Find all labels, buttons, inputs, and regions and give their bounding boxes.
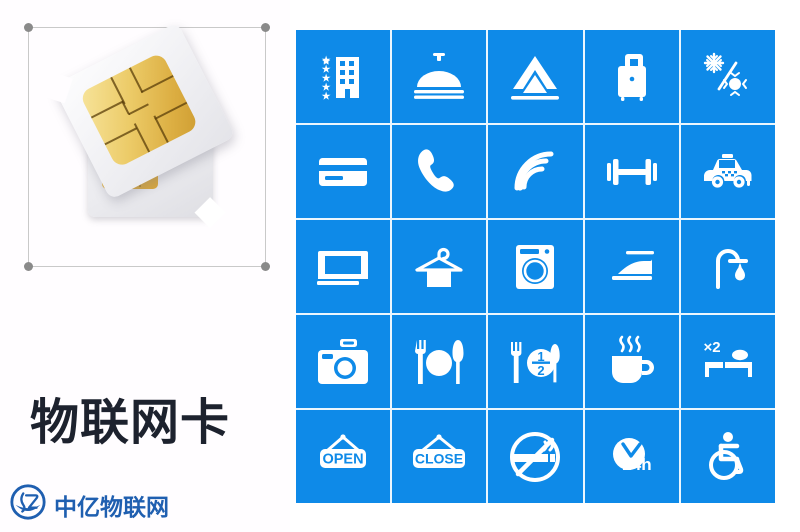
room-service-icon [411,49,467,105]
watermark: 中亿物联网 [9,483,169,526]
double-bed-icon: ×2 [700,334,756,390]
credit-card-icon [315,144,371,200]
tile-mountain[interactable] [488,30,583,123]
tile-hotel[interactable] [296,30,391,123]
circular-brand-emblem-icon [9,483,47,526]
product-image-panel: 物联网卡 中亿物联网 [0,0,290,532]
tile-air-conditioning[interactable] [680,30,775,123]
tile-no-smoking[interactable] [488,410,583,503]
telephone-icon [411,144,467,200]
svg-text:CLOSE: CLOSE [415,450,463,466]
tile-shower[interactable] [680,220,775,313]
washing-machine-icon [507,239,563,295]
tile-half-board[interactable]: 1 2 [488,315,583,408]
iron-icon [604,239,660,295]
tile-television[interactable] [296,220,391,313]
clothes-hanger-icon [411,239,467,295]
half-board-icon: 1 2 [507,334,563,390]
tile-camera[interactable] [296,315,391,408]
television-icon [315,239,371,295]
tile-coffee[interactable] [584,315,679,408]
page-title: 物联网卡 [30,396,231,450]
hot-coffee-cup-icon [604,334,660,390]
svg-text:2: 2 [538,363,545,378]
open-sign-icon: OPEN [312,429,374,485]
sim-chip-front [79,51,200,169]
tile-close[interactable]: CLOSE [392,410,487,503]
tile-accessible[interactable] [680,410,775,503]
tile-ironing[interactable] [584,220,679,313]
watermark-text: 中亿物联网 [54,493,169,520]
selection-handle-bottom-right[interactable] [261,262,270,271]
tile-telephone[interactable] [392,125,487,218]
selection-handle-bottom-left[interactable] [24,262,33,271]
no-smoking-icon [506,428,564,486]
tile-open[interactable]: OPEN [296,410,391,503]
close-sign-icon: CLOSE [406,429,472,485]
mountain-peak-icon [507,49,563,105]
tile-credit-card[interactable] [296,125,391,218]
hotel-star-rating-icon [315,49,371,105]
luggage-icon [604,49,660,105]
svg-text:×2: ×2 [703,339,720,356]
amenity-icon-grid: 1 2 ×2 OPEN CLOSE 24h [296,30,775,503]
tile-taxi[interactable] [680,125,775,218]
shower-icon [700,239,756,295]
air-conditioning-icon [700,49,756,105]
wifi-icon [507,144,563,200]
dumbbell-gym-icon [604,144,660,200]
tile-restaurant[interactable] [392,315,487,408]
restaurant-cutlery-icon [411,334,467,390]
sim-card-image [40,22,255,250]
tile-wifi[interactable] [488,125,583,218]
wheelchair-accessible-icon [700,429,756,485]
selection-handle-top-right[interactable] [261,23,270,32]
tile-24h-service[interactable]: 24h [584,410,679,503]
taxi-icon [700,144,756,200]
24-hour-service-icon: 24h [603,428,661,486]
tile-laundry[interactable] [392,220,487,313]
tile-luggage[interactable] [584,30,679,123]
camera-icon [315,334,371,390]
tile-gym[interactable] [584,125,679,218]
tile-washing-machine[interactable] [488,220,583,313]
selection-handle-top-left[interactable] [24,23,33,32]
tile-double-bed[interactable]: ×2 [680,315,775,408]
tile-room-service[interactable] [392,30,487,123]
svg-text:OPEN: OPEN [323,451,364,467]
svg-text:24h: 24h [622,455,651,474]
